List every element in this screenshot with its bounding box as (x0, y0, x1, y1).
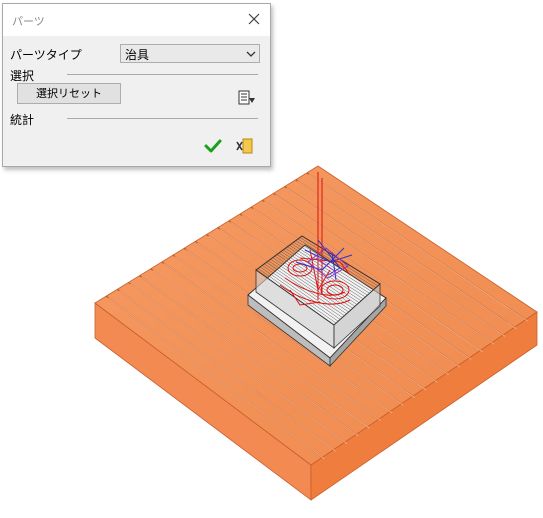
reset-selection-button[interactable]: 選択リセット (17, 83, 121, 104)
panel-title: パーツ (12, 15, 45, 28)
checkmark-icon[interactable] (204, 139, 222, 153)
selection-divider (67, 74, 258, 75)
panel-titlebar[interactable]: パーツ (3, 4, 270, 36)
part-type-label: パーツタイプ (10, 48, 82, 62)
exit-icon[interactable] (236, 137, 256, 155)
selection-section-label: 選択 (10, 69, 35, 83)
parts-panel: パーツ パーツタイプ 治具 選択 選択リセット 統計 (2, 3, 271, 167)
part-type-select[interactable]: 治具 (120, 44, 260, 63)
list-download-icon[interactable] (238, 90, 256, 106)
chevron-down-icon (246, 51, 256, 57)
stats-section-label: 統計 (10, 113, 35, 127)
part-type-value: 治具 (125, 48, 150, 62)
close-icon[interactable] (246, 11, 262, 27)
stats-divider (67, 118, 258, 119)
